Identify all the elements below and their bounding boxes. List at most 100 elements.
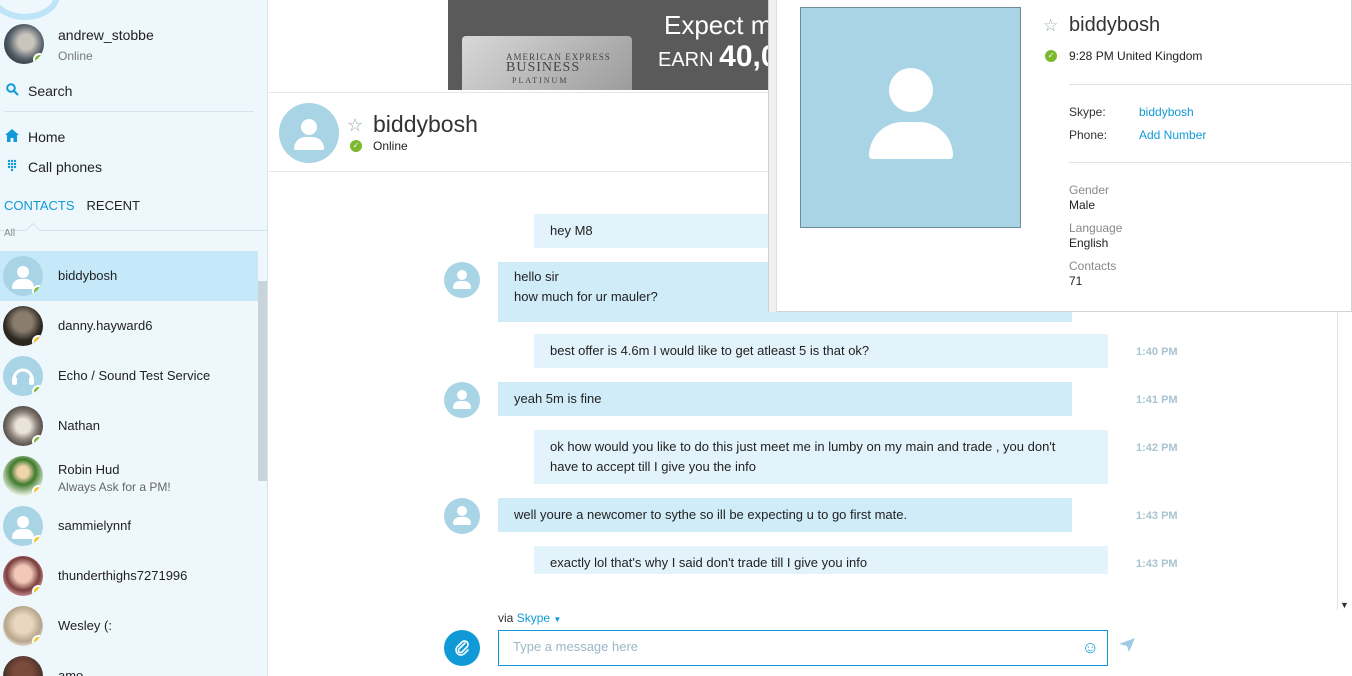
call-phones-button[interactable]: Call phones [4,156,102,178]
contact-item[interactable]: ◔ thunderthighs7271996 [0,551,258,601]
gender-value: Male [1069,198,1096,212]
contact-name: Wesley (: [58,618,112,633]
divider [4,111,254,112]
search-button[interactable]: Search [4,80,72,102]
contact-avatar: ◔ [3,506,43,546]
online-status-icon: ✓ [1045,50,1057,62]
contact-avatar[interactable] [444,382,480,418]
contact-avatar[interactable] [279,103,339,163]
message-bubble[interactable]: ok how would you like to do this just me… [534,430,1108,484]
contact-item[interactable]: ✓ biddybosh [0,251,258,301]
my-status[interactable]: Online [58,49,93,63]
profile-name: biddybosh [1069,14,1161,36]
language-value: English [1069,236,1109,250]
message-timestamp: 1:43 PM [1136,510,1178,522]
contact-item[interactable]: ◔ danny.hayward6 [0,301,258,351]
emoticon-icon[interactable]: ☺ [1082,638,1099,658]
contact-avatar: ✓ [3,256,43,296]
via-selector: via Skype ▼ [498,611,561,625]
message-bubble[interactable]: exactly lol that's why I said don't trad… [534,546,1108,574]
message-input[interactable] [513,639,1073,654]
conversation-scrollbar[interactable]: ▼ [1337,310,1352,610]
contact-item[interactable]: ✓ Nathan [0,401,258,451]
contact-item[interactable]: amo [0,651,258,676]
contact-avatar: ◔ [3,556,43,596]
home-icon [4,129,20,145]
profile-picture [800,7,1021,228]
contact-name: danny.hayward6 [58,318,153,333]
contact-mood-message: Always Ask for a PM! [58,480,171,494]
dialpad-icon [4,159,20,175]
favorite-star-icon[interactable]: ☆ [347,115,363,136]
phone-label: Phone: [1069,128,1108,142]
message-timestamp: 1:43 PM [1136,558,1178,570]
gender-label: Gender [1069,183,1110,197]
message-timestamp: 1:42 PM [1136,442,1178,454]
skype-name-link[interactable]: biddybosh [1139,105,1194,119]
my-profile[interactable]: ✓ andrew_stobbe Online [4,24,264,66]
contact-item[interactable]: ◔ sammielynnf [0,501,258,551]
tab-pointer [25,222,41,238]
away-status-icon: ◔ [32,585,43,596]
skype-label: Skype: [1069,105,1106,119]
contact-avatar[interactable] [444,262,480,298]
contact-tabs: CONTACTS RECENT [4,198,140,213]
message-timestamp: 1:40 PM [1136,346,1178,358]
contact-profile-card: ☆ biddybosh ✓ 9:28 PM United Kingdom Sky… [768,0,1352,312]
away-status-icon: ◔ [32,485,43,496]
away-status-icon: ◔ [32,535,43,546]
contact-name: thunderthighs7271996 [58,568,188,583]
tabs-divider [0,230,267,231]
message-bubble[interactable]: well youre a newcomer to sythe so ill be… [498,498,1072,532]
online-status-icon: ✓ [33,53,44,64]
message-bubble[interactable]: yeah 5m is fine [498,382,1072,416]
profile-local-time: 9:28 PM United Kingdom [1069,49,1203,63]
chat-contact-status: Online [373,139,408,153]
search-icon [4,83,20,99]
contact-filter[interactable]: All [4,228,15,239]
message-text: yeah 5m is fine [514,391,602,406]
message-text: exactly lol that's why I said don't trad… [550,555,868,570]
via-service-dropdown[interactable]: Skype ▼ [517,611,562,625]
message-text: ok how would you like to do this just me… [550,439,1056,454]
my-avatar[interactable]: ✓ [4,24,44,64]
contact-list-scrollbar[interactable] [258,281,267,481]
via-label: via [498,611,514,625]
contact-item[interactable]: ◔ Robin Hud Always Ask for a PM! [0,451,258,501]
contact-name: Echo / Sound Test Service [58,368,211,383]
contact-avatar: ◔ [3,456,43,496]
send-icon [1119,638,1135,652]
paperclip-icon [455,640,469,656]
contact-avatar[interactable] [444,498,480,534]
ad-card-type: BUSINESS [506,60,581,75]
call-phones-label: Call phones [28,159,102,175]
contact-avatar: ✓ [3,406,43,446]
send-button[interactable] [1119,638,1135,657]
message-bubble[interactable]: best offer is 4.6m I would like to get a… [534,334,1108,368]
tab-contacts[interactable]: CONTACTS [4,198,75,213]
online-status-icon: ✓ [350,140,362,152]
contact-item[interactable]: ◔ Wesley (: [0,601,258,651]
sidebar-decoration [0,0,60,20]
home-button[interactable]: Home [4,126,65,148]
ad-earn-prefix: EARN [658,49,714,71]
contacts-count-label: Contacts [1069,259,1117,273]
advertisement-banner[interactable]: AMERICAN EXPRESS BUSINESS PLATINUM Expec… [448,0,778,90]
scroll-down-icon[interactable]: ▼ [1340,600,1349,610]
contact-avatar: ✓ [3,356,43,396]
favorite-star-icon[interactable]: ☆ [1043,16,1058,36]
contact-item[interactable]: ✓ Echo / Sound Test Service [0,351,258,401]
message-text: best offer is 4.6m I would like to get a… [550,343,870,358]
contact-avatar: ◔ [3,306,43,346]
ad-card-tier: PLATINUM [512,76,569,85]
chat-contact-name[interactable]: biddybosh [373,111,478,138]
search-label: Search [28,83,73,99]
ad-headline: Expect m [664,10,773,40]
contact-name: Robin Hud [58,462,120,477]
language-label: Language [1069,221,1123,235]
tab-recent[interactable]: RECENT [87,198,140,213]
online-status-icon: ✓ [32,435,43,446]
add-number-link[interactable]: Add Number [1139,128,1206,142]
message-bubble[interactable]: hey M8 [534,214,804,248]
attach-file-button[interactable] [444,630,480,666]
